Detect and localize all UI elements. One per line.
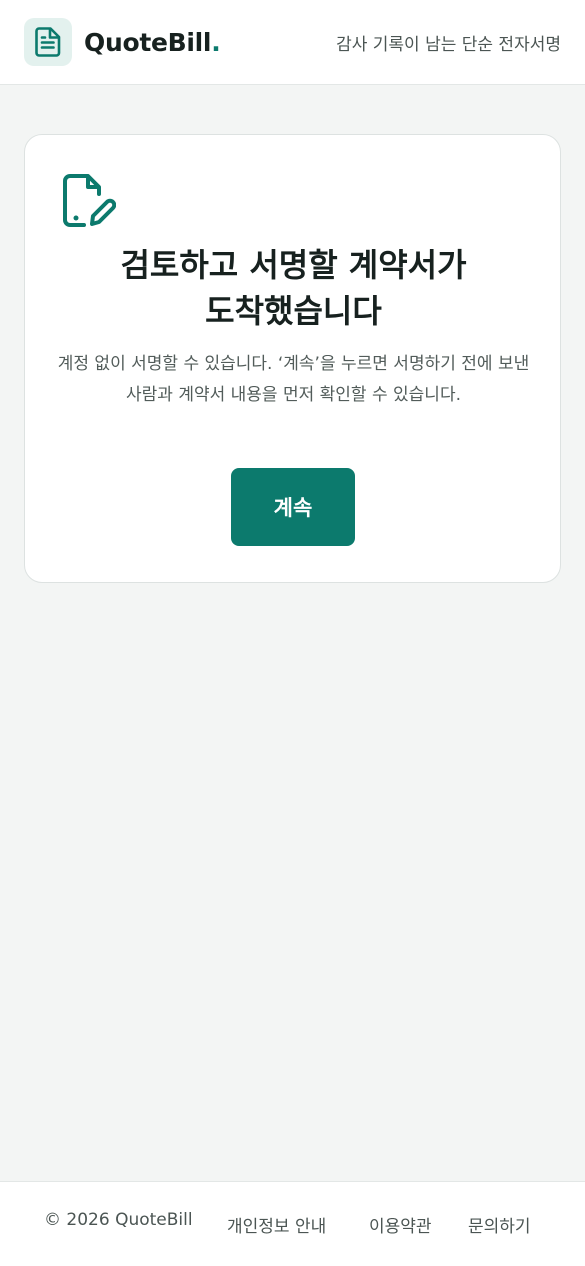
copyright-text: © 2026 QuoteBill xyxy=(44,1210,193,1230)
title-line-2: 도착했습니다 xyxy=(205,292,382,330)
page-title: 검토하고 서명할 계약서가 도착했습니다 xyxy=(25,242,562,334)
footer-link-terms[interactable]: 이용약관 xyxy=(369,1212,432,1237)
signing-invite-card: 검토하고 서명할 계약서가 도착했습니다 계정 없이 서명할 수 있습니다. ‘… xyxy=(24,134,561,583)
footer-link-privacy[interactable]: 개인정보 안내 xyxy=(227,1212,326,1237)
logo[interactable] xyxy=(24,18,72,66)
title-line-1: 검토하고 서명할 계약서가 xyxy=(120,246,467,284)
continue-button[interactable]: 계속 xyxy=(231,468,355,546)
document-icon xyxy=(35,27,61,57)
brand-name[interactable]: QuoteBill. xyxy=(84,27,221,57)
file-signature-icon xyxy=(63,174,116,227)
page-footer: © 2026 QuoteBill 개인정보 안내 이용약관 문의하기 xyxy=(0,1181,585,1266)
header-tagline: 감사 기록이 남는 단순 전자서명 xyxy=(336,34,561,55)
brand-dot: . xyxy=(211,27,221,57)
top-header: QuoteBill. 감사 기록이 남는 단순 전자서명 xyxy=(0,0,585,85)
card-description: 계정 없이 서명할 수 있습니다. ‘계속’을 누르면 서명하기 전에 보낸 사… xyxy=(57,354,530,405)
brand-text: QuoteBill xyxy=(84,27,212,57)
footer-link-contact[interactable]: 문의하기 xyxy=(468,1212,531,1237)
